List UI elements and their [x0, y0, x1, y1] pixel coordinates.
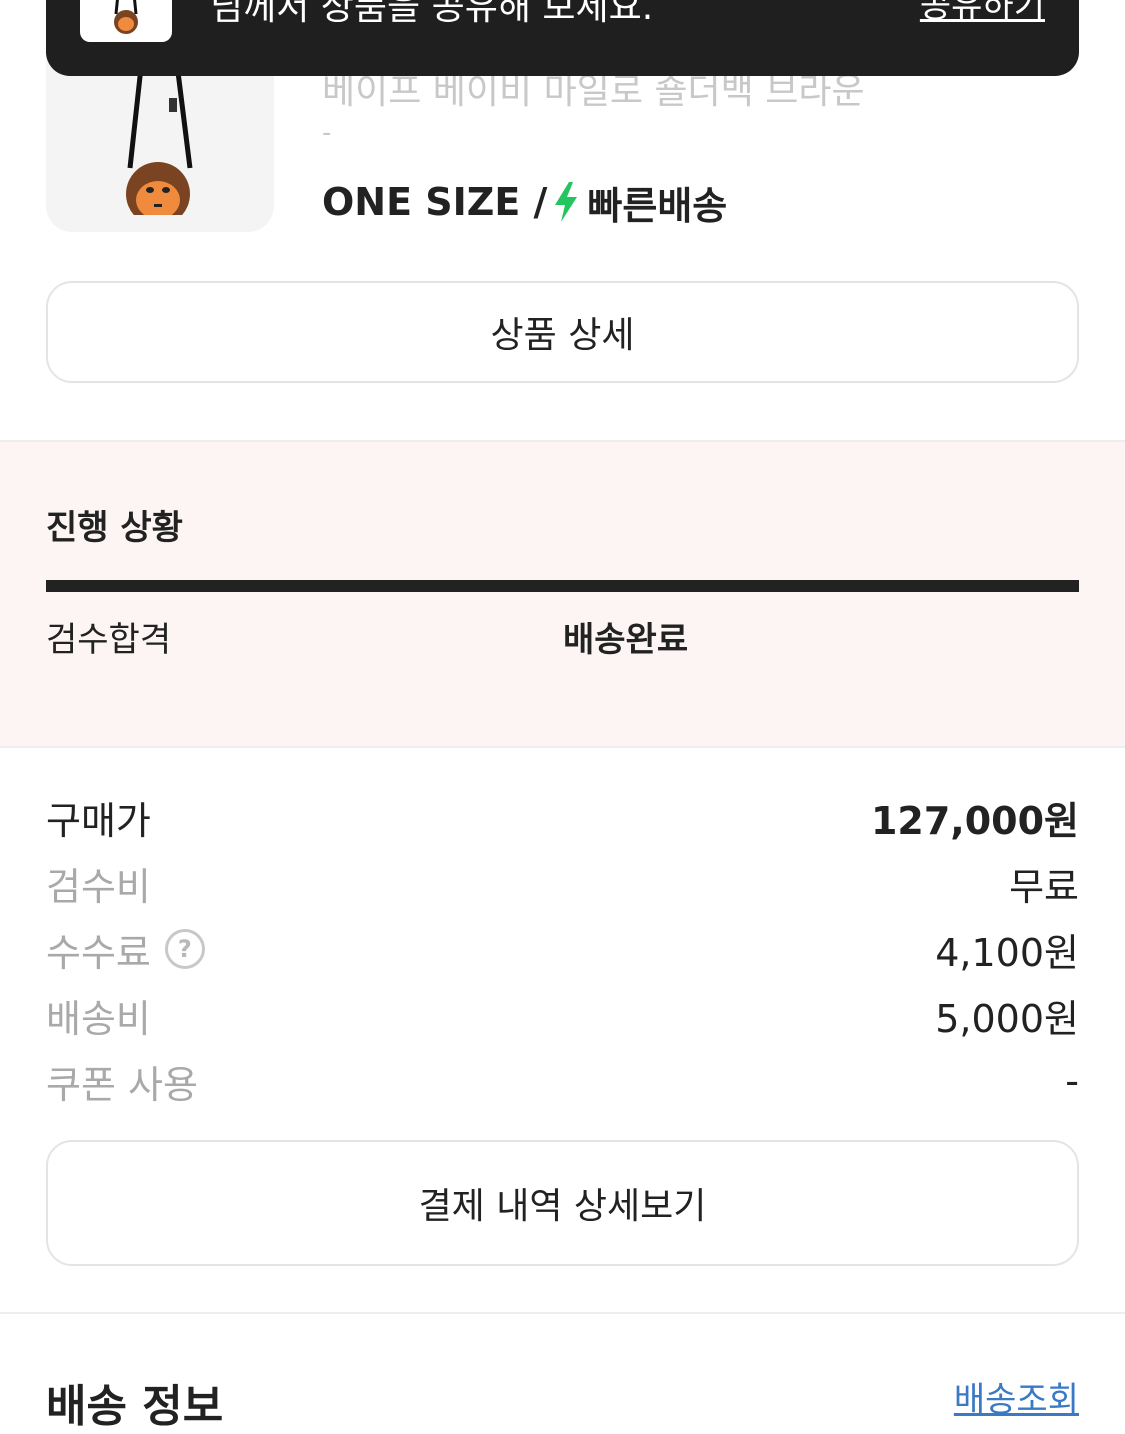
delivery-title: 배송 정보	[46, 1381, 224, 1432]
price-value: 127,000원	[870, 798, 1079, 843]
price-value: 4,100원	[935, 930, 1079, 975]
lightning-bolt-icon	[551, 182, 581, 222]
price-label: 배송비	[46, 996, 151, 1041]
payment-detail-button[interactable]: 결제 내역 상세보기	[46, 1140, 1079, 1266]
price-label: 수수료	[46, 930, 151, 975]
section-divider	[0, 746, 1125, 748]
product-subtext: -	[322, 118, 332, 148]
page: 베이프 베이비 마일로 숄더백 브라운 - ONE SIZE / 빠른배송 님께…	[0, 0, 1125, 1434]
progress-title: 진행 상황	[46, 508, 183, 548]
price-value: 무료	[1009, 864, 1079, 909]
toast-product-image	[114, 0, 138, 34]
price-value: -	[1065, 1059, 1079, 1103]
price-label: 구매가	[46, 798, 151, 843]
price-value: 5,000원	[935, 996, 1079, 1041]
price-row-purchase: 구매가 127,000원	[46, 792, 1079, 843]
progress-bar	[46, 580, 1079, 592]
progress-section: 진행 상황 검수합격 배송완료	[0, 442, 1125, 746]
product-detail-button[interactable]: 상품 상세	[46, 281, 1079, 383]
share-toast: 님께서 상품을 공유해 보세요. 공유하기	[46, 0, 1079, 76]
size-label: ONE SIZE /	[322, 180, 548, 224]
progress-step-inspection-passed: 검수합격	[46, 620, 172, 660]
price-label: 쿠폰 사용	[46, 1062, 198, 1107]
product-option: ONE SIZE / 빠른배송	[322, 178, 727, 228]
track-delivery-link[interactable]: 배송조회	[954, 1372, 1079, 1421]
share-link[interactable]: 공유하기	[920, 0, 1045, 27]
fast-delivery-label: 빠른배송	[587, 183, 728, 228]
price-row-shipping: 배송비 5,000원	[46, 990, 1079, 1041]
progress-fill	[46, 580, 1079, 592]
price-row-coupon: 쿠폰 사용 -	[46, 1056, 1079, 1107]
progress-step-delivered: 배송완료	[563, 620, 689, 660]
price-label: 검수비	[46, 864, 151, 909]
price-label-wrap: 수수료 ?	[46, 922, 205, 977]
toast-product-thumbnail	[80, 0, 172, 42]
price-row-inspection: 검수비 무료	[46, 858, 1079, 909]
toast-message: 님께서 상품을 공유해 보세요.	[210, 0, 654, 28]
section-divider	[0, 1312, 1125, 1314]
price-row-fee: 수수료 ? 4,100원	[46, 922, 1079, 977]
question-circle-icon[interactable]: ?	[164, 929, 205, 969]
